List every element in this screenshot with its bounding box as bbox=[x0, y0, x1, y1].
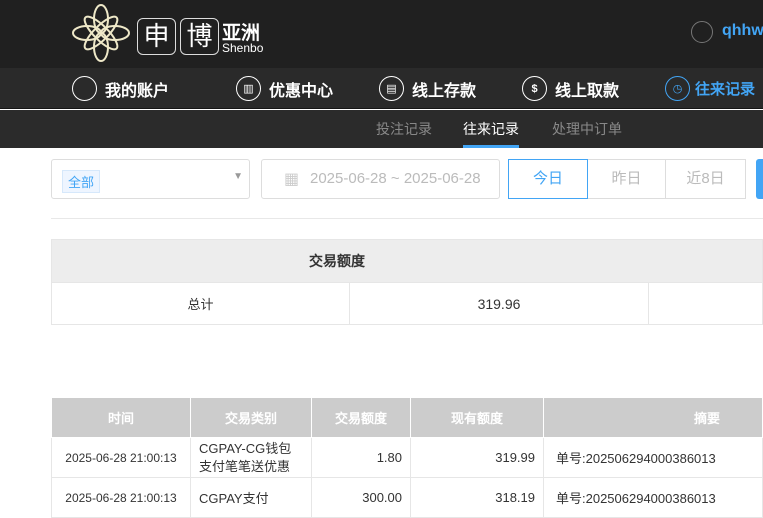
deposit-icon: ▤ bbox=[379, 76, 404, 101]
summary-total: 319.96 bbox=[349, 282, 649, 325]
tab-transaction-records[interactable]: 往来记录 bbox=[463, 110, 519, 148]
nav-withdraw[interactable]: $ 线上取款 bbox=[522, 68, 619, 109]
logo-en: Shenbo bbox=[222, 41, 264, 55]
last-8-days-button[interactable]: 近8日 bbox=[666, 159, 746, 199]
withdraw-icon: $ bbox=[522, 76, 547, 101]
col-type: 交易类别 bbox=[190, 397, 312, 438]
nav-label: 线上取款 bbox=[555, 82, 620, 100]
cell-time: 2025-06-28 21:00:13 bbox=[51, 437, 191, 478]
summary-table: 交易额度 总计 319.96 bbox=[51, 239, 763, 325]
col-time: 时间 bbox=[51, 397, 191, 438]
logo-char: 申 bbox=[137, 18, 176, 55]
nav-promotions[interactable]: ▥ 优惠中心 bbox=[236, 68, 333, 109]
cell-amount: 300.00 bbox=[311, 477, 411, 518]
sub-nav: 投注记录 往来记录 处理中订单 bbox=[0, 110, 763, 148]
nav-label: 线上存款 bbox=[412, 82, 477, 100]
logo-char: 博 bbox=[180, 18, 219, 55]
date-range-value: 2025-06-28 ~ 2025-06-28 bbox=[310, 170, 481, 187]
today-button[interactable]: 今日 bbox=[508, 159, 588, 199]
table-row: 2025-06-28 21:00:13 CGPAY支付 300.00 318.1… bbox=[51, 477, 763, 518]
chevron-down-icon: ▼ bbox=[233, 171, 243, 182]
records-icon: ◷ bbox=[665, 76, 690, 101]
summary-header: 交易额度 bbox=[51, 239, 763, 283]
cell-balance: 318.19 bbox=[410, 477, 544, 518]
transactions-table: 时间 交易类别 交易额度 现有额度 摘要 2025-06-28 21:00:13… bbox=[51, 397, 763, 518]
logo-flower-icon bbox=[72, 4, 130, 62]
cell-memo: 单号:202506294000386013 bbox=[543, 477, 763, 518]
summary-label: 总计 bbox=[51, 282, 350, 325]
cell-time: 2025-06-28 21:00:13 bbox=[51, 477, 191, 518]
main-nav: 我的账户 ▥ 优惠中心 ▤ 线上存款 $ 线上取款 ◷ 往来记录 bbox=[0, 68, 763, 109]
calendar-icon: ▦ bbox=[284, 171, 300, 188]
nav-deposit[interactable]: ▤ 线上存款 bbox=[379, 68, 476, 109]
nav-label: 优惠中心 bbox=[269, 82, 334, 100]
username-link[interactable]: qhhw bbox=[722, 22, 763, 40]
top-header: 申 博 亚洲 Shenbo qhhw bbox=[0, 0, 763, 68]
cell-balance: 319.99 bbox=[410, 437, 544, 478]
nav-label: 往来记录 bbox=[695, 81, 756, 98]
nav-my-account[interactable]: 我的账户 bbox=[72, 68, 169, 109]
user-icon[interactable] bbox=[691, 21, 713, 43]
user-icon bbox=[72, 76, 97, 101]
cell-amount: 1.80 bbox=[311, 437, 411, 478]
search-button[interactable] bbox=[756, 159, 763, 199]
table-row: 2025-06-28 21:00:13 CGPAY-CG钱包支付笔笔送优惠 1.… bbox=[51, 437, 763, 478]
col-amount: 交易额度 bbox=[311, 397, 411, 438]
col-balance: 现有额度 bbox=[410, 397, 544, 438]
summary-empty bbox=[648, 282, 763, 325]
tab-pending-orders[interactable]: 处理中订单 bbox=[552, 110, 622, 148]
cell-memo: 单号:202506294000386013 bbox=[543, 437, 763, 478]
nav-label: 我的账户 bbox=[105, 82, 170, 100]
divider bbox=[51, 218, 763, 219]
tab-bet-records[interactable]: 投注记录 bbox=[376, 110, 432, 148]
cell-type: CGPAY-CG钱包支付笔笔送优惠 bbox=[190, 437, 312, 478]
date-range-input[interactable]: ▦ 2025-06-28 ~ 2025-06-28 bbox=[261, 159, 500, 199]
type-select[interactable]: 全部 ▼ bbox=[51, 159, 250, 199]
col-memo: 摘要 bbox=[543, 397, 763, 438]
gift-icon: ▥ bbox=[236, 76, 261, 101]
cell-type: CGPAY支付 bbox=[190, 477, 312, 518]
nav-records[interactable]: ◷ 往来记录 bbox=[665, 68, 755, 109]
selected-tag: 全部 bbox=[62, 170, 101, 193]
yesterday-button[interactable]: 昨日 bbox=[588, 159, 666, 199]
